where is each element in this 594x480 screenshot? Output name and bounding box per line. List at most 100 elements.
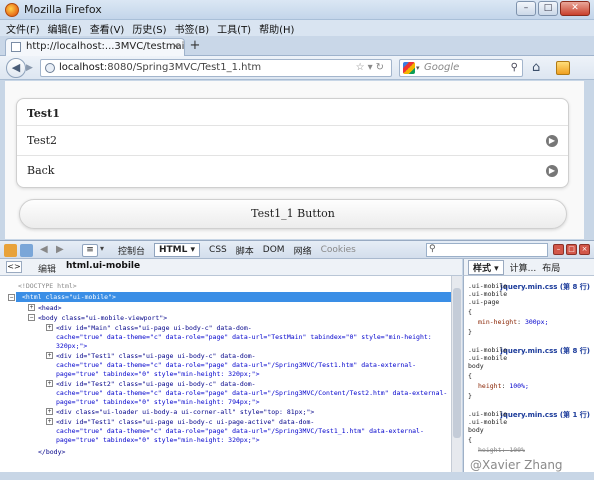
css-rule-source[interactable]: jquery.min.css (第 8 行) xyxy=(500,282,590,292)
url-path: :8080/Spring3MVC/Test1_1.htm xyxy=(103,62,262,73)
inspect-icon[interactable]: <> xyxy=(6,261,22,273)
css-value: 300px; xyxy=(524,318,549,326)
url-bar[interactable]: localhost:8080/Spring3MVC/Test1_1.htm ☆▾… xyxy=(40,59,392,77)
browser-tab[interactable]: http://localhost:...3MVC/testmain.htm × xyxy=(5,38,185,56)
collapse-toggle-icon[interactable]: − xyxy=(28,314,35,321)
breadcrumb-node[interactable]: html.ui-mobile xyxy=(66,261,140,271)
css-declaration-overridden[interactable]: height: 100% xyxy=(478,446,525,454)
back-button[interactable]: ◀ xyxy=(6,58,26,78)
expand-toggle-icon[interactable]: + xyxy=(46,380,53,387)
expand-toggle-icon[interactable]: + xyxy=(46,324,53,331)
test1-1-button[interactable]: Test1_1 Button xyxy=(19,199,567,229)
tab-style-label: 样式 xyxy=(473,263,492,274)
css-rule-source[interactable]: jquery.min.css (第 8 行) xyxy=(500,346,590,356)
forward-arrow-icon[interactable]: ▶ xyxy=(56,244,69,257)
css-value: 100% xyxy=(509,446,525,454)
home-icon[interactable]: ⌂ xyxy=(532,60,540,75)
forward-button[interactable]: ▶ xyxy=(26,61,38,75)
css-style-panel: jquery.min.css (第 8 行) .ui-mobile .ui-mo… xyxy=(463,276,594,472)
css-value: 100%; xyxy=(509,382,529,390)
scrollbar-thumb[interactable] xyxy=(453,288,461,438)
selected-node-highlight[interactable]: <html class="ui-mobile"> xyxy=(16,292,460,302)
div-test1-active-line[interactable]: <div id="Test1" class="ui-page ui-body-c… xyxy=(56,418,314,426)
list-item-test2[interactable]: Test2 ▶ xyxy=(17,126,568,156)
expand-toggle-icon[interactable]: + xyxy=(28,304,35,311)
tab-net[interactable]: 网络 xyxy=(294,244,312,257)
html-tree-panel: <!DOCTYPE html> <html class="ui-mobile">… xyxy=(0,276,462,472)
tab-dom[interactable]: DOM xyxy=(263,245,285,255)
list-header: Test1 xyxy=(17,99,568,126)
panel-list-icon[interactable]: ≡ xyxy=(82,244,98,257)
tab-html-label: HTML xyxy=(159,245,188,255)
menu-view[interactable]: 查看(V) xyxy=(90,21,125,36)
css-rule-source[interactable]: jquery.min.css (第 1 行) xyxy=(500,410,590,420)
div-test2-line-cont: cache="true" data-theme="c" data-role="p… xyxy=(56,389,448,397)
tab-cookies[interactable]: Cookies xyxy=(321,245,356,255)
minimize-button[interactable]: – xyxy=(516,1,536,16)
brace-open: { xyxy=(468,436,472,444)
back-arrow-icon[interactable]: ◀ xyxy=(40,244,53,257)
css-declaration[interactable]: min-height: 300px; xyxy=(478,318,548,326)
tab-style[interactable]: 样式 ▾ xyxy=(468,259,504,275)
tab-html[interactable]: HTML ▾ xyxy=(154,243,201,257)
div-test1-line-cont: page="true" tabindex="0" style="min-heig… xyxy=(56,370,260,378)
edit-button[interactable]: 编辑 xyxy=(38,262,56,275)
firebug-addon-icon[interactable] xyxy=(556,61,570,75)
firebug-search-input[interactable]: ⚲ xyxy=(426,243,548,257)
tab-computed[interactable]: 计算... xyxy=(510,261,537,274)
panel-dropdown-icon[interactable]: ▾ xyxy=(100,244,113,257)
close-window-button[interactable]: ✕ xyxy=(560,1,590,16)
firebug-minimize-button[interactable]: – xyxy=(553,244,564,255)
html-panel-scrollbar[interactable] xyxy=(451,276,462,472)
engine-dropdown-icon[interactable]: ▾ xyxy=(416,60,420,76)
css-prop: min-height xyxy=(478,318,518,326)
menu-tools[interactable]: 工具(T) xyxy=(217,21,251,36)
tab-console[interactable]: 控制台 xyxy=(118,244,145,257)
menu-edit[interactable]: 编辑(E) xyxy=(48,21,82,36)
collapse-toggle-icon[interactable]: − xyxy=(8,294,15,301)
tab-strip: http://localhost:...3MVC/testmain.htm × … xyxy=(0,36,594,56)
firebug-window-controls: – □ × xyxy=(553,244,590,255)
inspect-element-icon[interactable] xyxy=(20,244,33,257)
list-item-label: Test2 xyxy=(27,134,58,147)
div-main-line[interactable]: <div id="Main" class="ui-page ui-body-c"… xyxy=(56,324,252,332)
chevron-right-icon: ▶ xyxy=(546,165,558,177)
expand-toggle-icon[interactable]: + xyxy=(46,418,53,425)
css-rule-selector: .ui-mobile .ui-mobile .ui-page xyxy=(468,282,508,306)
firebug-close-button[interactable]: × xyxy=(579,244,590,255)
firebug-detach-button[interactable]: □ xyxy=(566,244,577,255)
tab-css[interactable]: CSS xyxy=(209,245,227,255)
list-item-back[interactable]: Back ▶ xyxy=(17,156,568,186)
search-box[interactable]: ▾ Google ⚲ xyxy=(399,59,523,77)
expand-toggle-icon[interactable]: + xyxy=(46,408,53,415)
window-controls: – □ ✕ xyxy=(516,1,590,16)
site-identity-icon[interactable] xyxy=(45,63,55,73)
search-icon[interactable]: ⚲ xyxy=(511,60,518,76)
bookmark-star-icon[interactable]: ☆▾↻ xyxy=(356,60,387,76)
css-rule-selector: .ui-mobile .ui-mobile body xyxy=(468,410,508,434)
expand-toggle-icon[interactable]: + xyxy=(46,352,53,359)
brace-open: { xyxy=(468,372,472,380)
menu-history[interactable]: 历史(S) xyxy=(132,21,166,36)
new-tab-button[interactable]: + xyxy=(188,39,202,54)
div-loader-line[interactable]: <div class="ui-loader ui-body-a ui-corne… xyxy=(56,408,314,416)
title-bar: Mozilla Firefox – □ ✕ xyxy=(0,0,594,20)
tab-layout[interactable]: 布局 xyxy=(542,261,560,274)
maximize-button[interactable]: □ xyxy=(538,1,558,16)
div-test2-line[interactable]: <div id="Test2" class="ui-page ui-body-c… xyxy=(56,380,256,388)
menu-file[interactable]: 文件(F) xyxy=(6,21,40,36)
firebug-breadcrumb: <> 编辑 html.ui-mobile xyxy=(0,259,462,276)
body-node-line[interactable]: <body class="ui-mobile-viewport"> xyxy=(38,314,167,322)
head-node-line[interactable]: <head> xyxy=(38,304,61,312)
tab-close-icon[interactable]: × xyxy=(172,39,180,55)
div-test1-line[interactable]: <div id="Test1" class="ui-page ui-body-c… xyxy=(56,352,256,360)
firebug-menu-icon[interactable] xyxy=(4,244,17,257)
body-close-line: </body> xyxy=(38,448,66,456)
brace-open: { xyxy=(468,308,472,316)
tab-script[interactable]: 脚本 xyxy=(236,244,254,257)
css-declaration[interactable]: height: 100%; xyxy=(478,382,529,390)
menu-bookmarks[interactable]: 书签(B) xyxy=(175,21,210,36)
html-node-line: <html class="ui-mobile"> xyxy=(22,293,116,301)
google-engine-icon[interactable] xyxy=(403,62,415,74)
menu-help[interactable]: 帮助(H) xyxy=(259,21,294,36)
